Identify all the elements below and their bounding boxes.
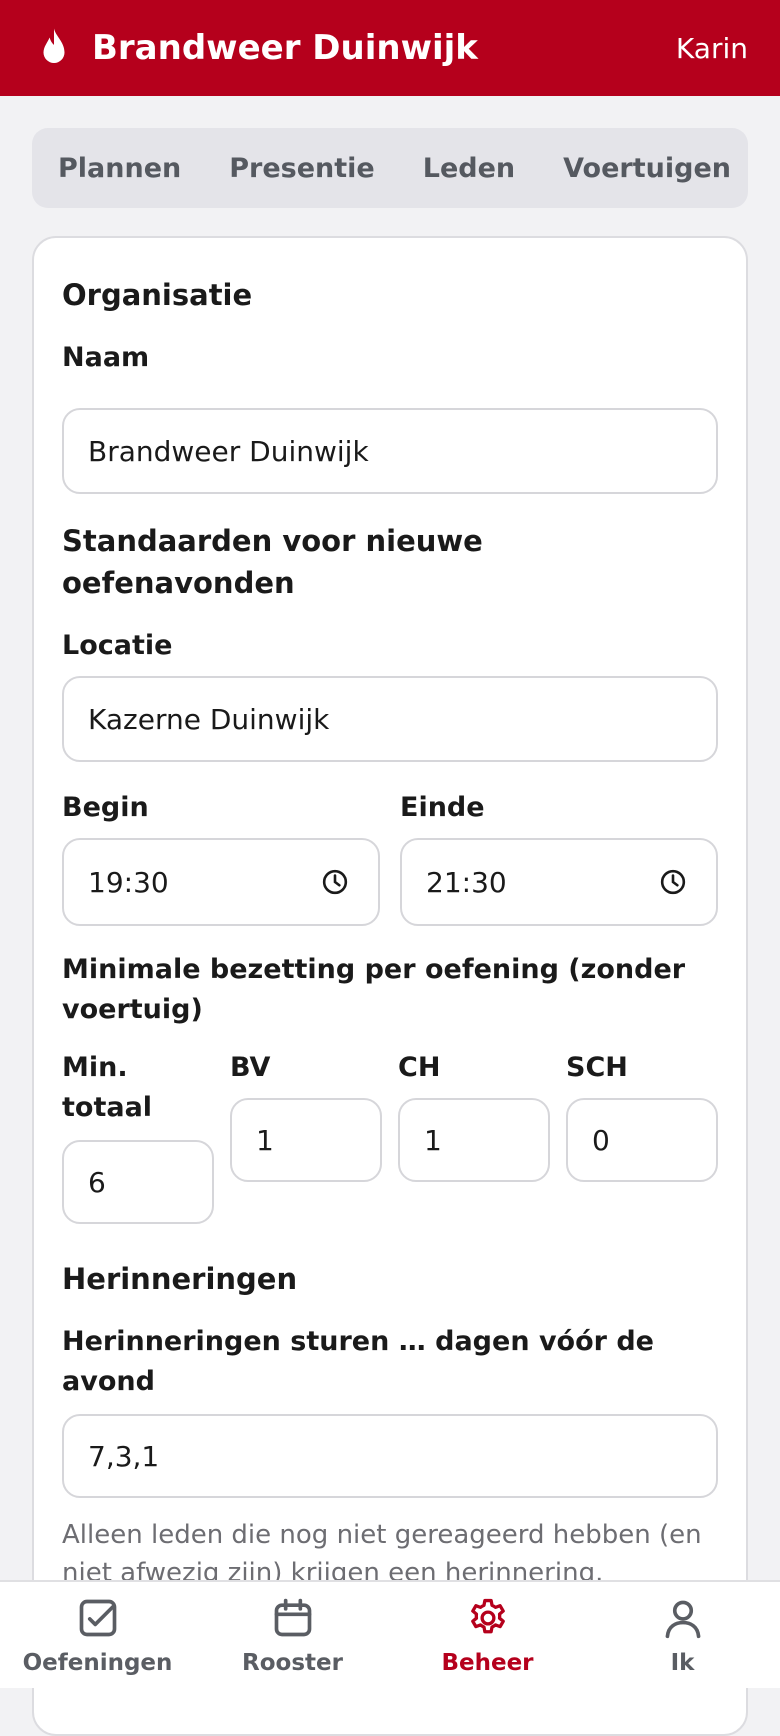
reminders-value: 7,3,1	[88, 1439, 160, 1473]
gear-icon	[470, 1598, 505, 1634]
bv-value: 1	[256, 1123, 274, 1157]
ch-field[interactable]: 1	[398, 1098, 550, 1182]
min-totaal-label: Min. totaal	[62, 1052, 153, 1123]
tab-presentie[interactable]: Presentie	[205, 153, 399, 184]
app-title: Brandweer Duinwijk	[92, 28, 478, 68]
nav-label: Oefeningen	[22, 1650, 173, 1676]
tab-plannen[interactable]: Plannen	[32, 153, 205, 184]
tab-voertuigen[interactable]: Voertuigen	[539, 153, 748, 184]
naam-field[interactable]: Brandweer Duinwijk	[62, 408, 718, 494]
begin-label: Begin	[62, 792, 149, 823]
locatie-label: Locatie	[62, 630, 173, 661]
admin-tabs: Plannen Presentie Leden Voertuigen	[32, 128, 748, 208]
nav-label: Ik	[670, 1650, 695, 1676]
einde-value: 21:30	[426, 865, 507, 899]
bv-field[interactable]: 1	[230, 1098, 382, 1182]
section-herinneringen: Herinneringen	[62, 1262, 298, 1296]
reminders-field[interactable]: 7,3,1	[62, 1414, 718, 1498]
settings-card: Organisatie Naam Brandweer Duinwijk Stan…	[32, 236, 748, 1736]
einde-label: Einde	[400, 792, 485, 823]
bottom-nav: Oefeningen Rooster Beheer Ik	[0, 1580, 780, 1688]
clock-icon[interactable]	[660, 869, 686, 895]
nav-rooster[interactable]: Rooster	[195, 1596, 390, 1676]
section-standaarden: Standaarden voor nieuwe oefenavonden	[62, 524, 483, 600]
section-organisatie: Organisatie	[62, 278, 253, 312]
naam-label: Naam	[62, 342, 150, 373]
person-icon	[665, 1600, 700, 1639]
sch-value: 0	[592, 1123, 610, 1157]
nav-oefeningen[interactable]: Oefeningen	[0, 1596, 195, 1676]
einde-time-field[interactable]: 21:30	[400, 838, 718, 926]
user-name[interactable]: Karin	[676, 32, 748, 65]
bezetting-label: Minimale bezetting per oefening (zonder …	[62, 954, 686, 1025]
flame-icon	[43, 28, 65, 63]
reminders-label: Herinneringen sturen … dagen vóór de avo…	[62, 1326, 654, 1397]
bv-label: BV	[230, 1052, 271, 1083]
sch-label: SCH	[566, 1052, 628, 1083]
nav-beheer[interactable]: Beheer	[390, 1596, 585, 1676]
min-totaal-field[interactable]: 6	[62, 1140, 214, 1224]
app-header: Brandweer Duinwijk Karin	[0, 0, 780, 96]
locatie-field[interactable]: Kazerne Duinwijk	[62, 676, 718, 762]
nav-ik[interactable]: Ik	[585, 1596, 780, 1676]
tab-leden[interactable]: Leden	[399, 153, 539, 184]
ch-label: CH	[398, 1052, 441, 1083]
clock-icon[interactable]	[322, 869, 348, 895]
checkbox-icon	[79, 1599, 116, 1637]
calendar-icon	[274, 1598, 311, 1637]
ch-value: 1	[424, 1123, 442, 1157]
begin-value: 19:30	[88, 865, 169, 899]
begin-time-field[interactable]: 19:30	[62, 838, 380, 926]
nav-label: Rooster	[242, 1650, 343, 1676]
min-totaal-value: 6	[88, 1165, 106, 1199]
naam-value: Brandweer Duinwijk	[88, 434, 369, 468]
sch-field[interactable]: 0	[566, 1098, 718, 1182]
locatie-value: Kazerne Duinwijk	[88, 702, 330, 736]
nav-label: Beheer	[441, 1650, 534, 1676]
